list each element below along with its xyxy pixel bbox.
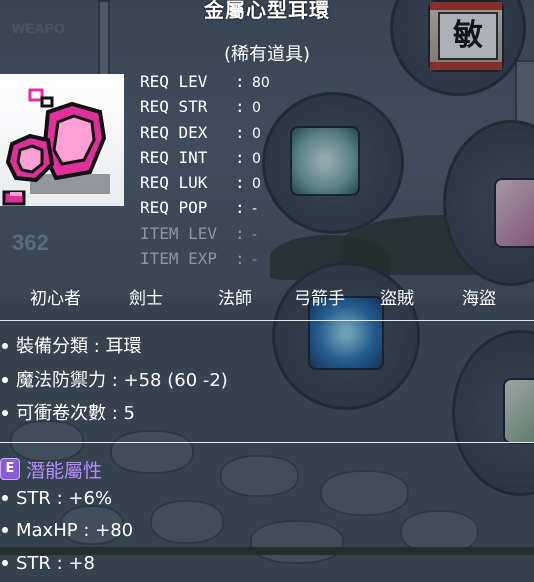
requirement-row: REQ POP: - xyxy=(140,198,270,223)
requirement-row: REQ INT:0 xyxy=(140,148,270,173)
job-label: 盜賊 xyxy=(380,289,414,309)
bullet-icon xyxy=(2,376,8,383)
potential-line: STR : +8 xyxy=(0,553,95,574)
item-icon-frame xyxy=(0,74,124,206)
item-tooltip: 金屬心型耳環 (稀有道具) REQ LEV:80 REQ STR:0 REQ DEX… xyxy=(0,0,534,582)
bullet-icon xyxy=(2,494,8,501)
requirement-row: REQ LEV:80 xyxy=(140,72,270,97)
requirement-value: - xyxy=(252,226,258,243)
requirement-separator: : xyxy=(235,223,245,243)
potential-line: MaxHP : +80 xyxy=(0,520,133,541)
item-name: 金屬心型耳環 xyxy=(204,0,330,22)
requirement-value: 0 xyxy=(252,176,261,193)
requirement-value: 0 xyxy=(252,100,261,117)
requirement-separator: : xyxy=(235,122,245,142)
job-list: 初心者 劍士 法師 弓箭手 盜賊 海盜 xyxy=(0,284,534,309)
job-label: 海盜 xyxy=(462,289,496,309)
potential-line: STR : +6% xyxy=(0,488,112,509)
divider xyxy=(0,442,534,443)
potential-label: 潛能屬性 xyxy=(26,460,103,482)
job-label: 弓箭手 xyxy=(294,289,345,309)
requirement-separator: : xyxy=(235,249,245,269)
requirement-value: 0 xyxy=(252,125,261,142)
item-rarity: (稀有道具) xyxy=(223,44,311,65)
heart-earring-icon xyxy=(2,88,110,206)
divider xyxy=(0,320,534,321)
bullet-icon xyxy=(2,342,8,349)
requirement-value: - xyxy=(252,252,258,269)
requirement-value: - xyxy=(252,201,258,218)
stat-upgrade-slots: 可衝卷次數 : 5 xyxy=(0,399,135,425)
requirements-list: REQ LEV:80 REQ STR:0 REQ DEX:0 REQ INT:0 REQ… xyxy=(140,72,270,274)
requirement-separator: : xyxy=(235,147,245,167)
bullet-icon xyxy=(2,409,8,416)
requirement-row: REQ DEX:0 xyxy=(140,123,270,148)
requirement-row: REQ LUK:0 xyxy=(140,173,270,198)
stat-magic-defense: 魔法防禦力 : +58 (60 -2) xyxy=(0,366,228,392)
requirement-row: ITEM EXP: - xyxy=(140,249,270,274)
requirement-row: ITEM LEV: - xyxy=(140,224,270,249)
requirement-value: 80 xyxy=(252,75,270,91)
potential-grade-badge: E xyxy=(0,458,20,480)
requirement-value: 0 xyxy=(252,150,261,167)
stat-equip-type: 裝備分類 : 耳環 xyxy=(0,332,142,358)
requirement-row: REQ STR:0 xyxy=(140,97,270,122)
requirement-separator: : xyxy=(235,72,245,91)
requirement-separator: : xyxy=(235,173,245,193)
requirement-separator: : xyxy=(235,97,245,117)
bullet-icon xyxy=(2,526,8,533)
job-label: 初心者 xyxy=(30,289,81,309)
bullet-icon xyxy=(2,559,8,566)
job-label: 法師 xyxy=(218,289,252,309)
requirement-separator: : xyxy=(235,198,245,218)
job-label: 劍士 xyxy=(129,289,163,309)
